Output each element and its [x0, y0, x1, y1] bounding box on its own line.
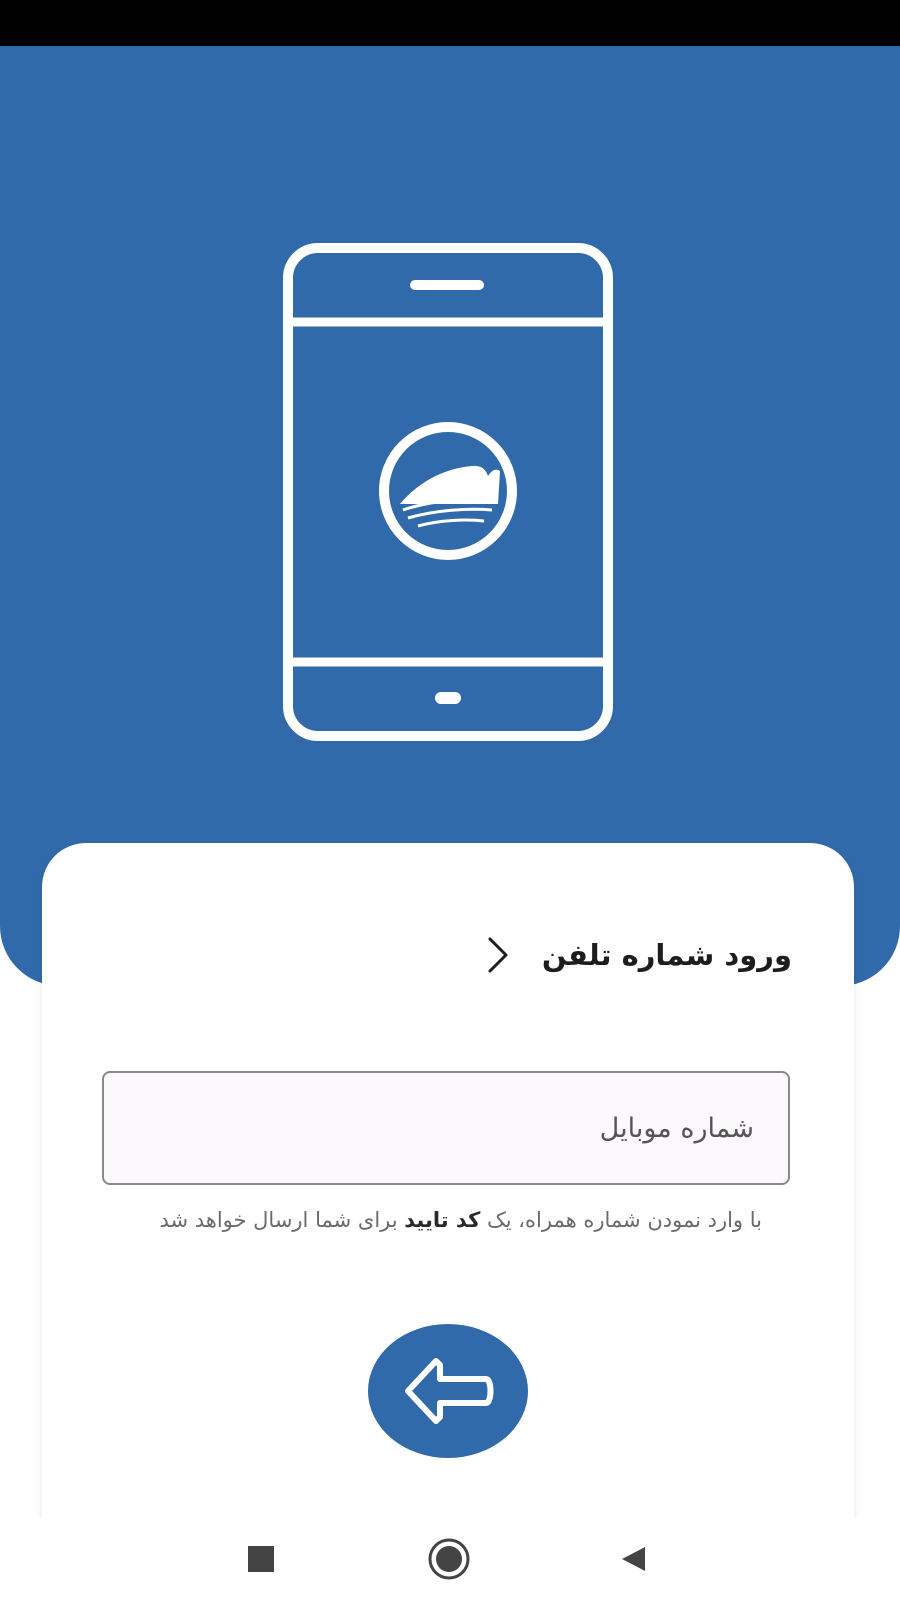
- login-card: ورود شماره تلفن با وارد نمودن شماره همرا…: [42, 843, 854, 1600]
- helper-text: با وارد نمودن شماره همراه، یک کد تایید ب…: [142, 1203, 762, 1237]
- helper-text-code: کد تایید: [404, 1208, 481, 1232]
- system-nav-bar: [0, 1518, 900, 1600]
- screen: ورود شماره تلفن با وارد نمودن شماره همرا…: [0, 0, 900, 1600]
- status-bar: [0, 0, 900, 46]
- square-icon: [248, 1546, 274, 1572]
- page-title: ورود شماره تلفن: [541, 938, 792, 972]
- system-back-button[interactable]: [583, 1518, 683, 1600]
- home-button[interactable]: [399, 1518, 499, 1600]
- smartphone-icon: [283, 243, 613, 741]
- circle-home-icon: [428, 1538, 470, 1580]
- mobile-number-field: [102, 1071, 790, 1185]
- wave-circle-logo-icon: [379, 422, 517, 560]
- arrow-left-icon: [405, 1358, 494, 1424]
- recent-apps-button[interactable]: [211, 1518, 311, 1600]
- triangle-back-icon: [622, 1547, 645, 1571]
- helper-text-start: با وارد نمودن شماره همراه، یک: [480, 1208, 762, 1232]
- card-header: ورود شماره تلفن: [482, 935, 792, 975]
- helper-text-end: برای شما ارسال خواهد شد: [159, 1208, 405, 1232]
- submit-button[interactable]: [368, 1324, 528, 1458]
- chevron-right-icon[interactable]: [482, 935, 512, 975]
- mobile-number-input[interactable]: [104, 1073, 788, 1183]
